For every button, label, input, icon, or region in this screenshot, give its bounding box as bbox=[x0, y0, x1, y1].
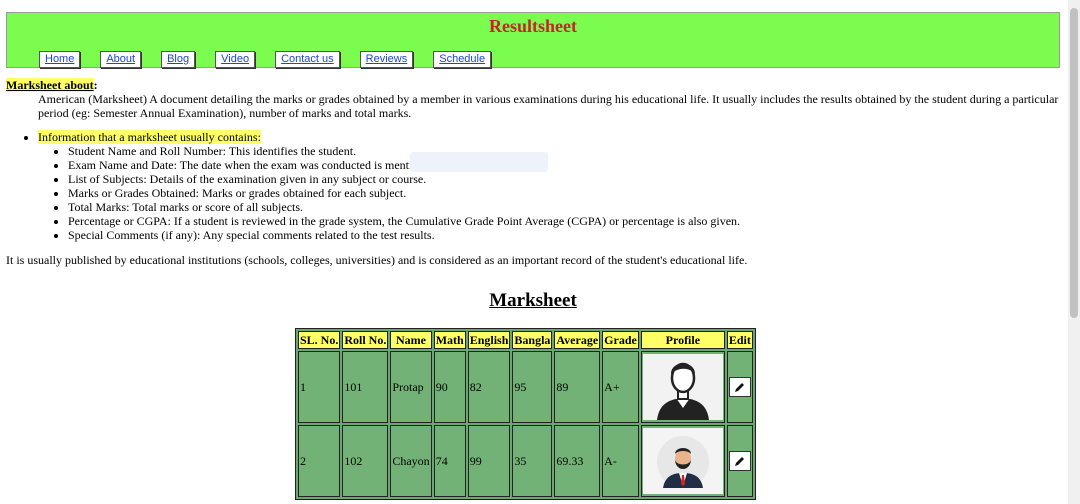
about-heading: Marksheet about: bbox=[6, 78, 98, 92]
cell-bangla: 35 bbox=[512, 425, 553, 497]
about-paragraph: American (Marksheet) A document detailin… bbox=[38, 92, 1059, 120]
cell-grade: A+ bbox=[602, 351, 639, 423]
main-content: Marksheet about: American (Marksheet) A … bbox=[6, 78, 1060, 267]
cell-sl: 1 bbox=[298, 351, 341, 423]
cell-english: 82 bbox=[467, 351, 511, 423]
cell-profile bbox=[640, 425, 725, 497]
nav-bar: Home About Blog Video Contact us Reviews… bbox=[39, 51, 511, 68]
col-bangla: Bangla bbox=[512, 331, 553, 349]
col-average: Average bbox=[554, 331, 601, 349]
site-header: Resultsheet Home About Blog Video Contac… bbox=[6, 12, 1060, 68]
info-title: Information that a marksheet usually con… bbox=[38, 130, 261, 144]
bearded-man-avatar-icon bbox=[642, 428, 723, 494]
nav-contact-link[interactable]: Contact us bbox=[275, 51, 340, 68]
cell-math: 74 bbox=[433, 425, 466, 497]
table-row: 2 102 Chayon 74 99 35 69.33 A- bbox=[298, 425, 753, 497]
nav-schedule-link[interactable]: Schedule bbox=[433, 51, 492, 68]
cell-grade: A- bbox=[602, 425, 639, 497]
cell-average: 89 bbox=[554, 351, 601, 423]
cell-math: 90 bbox=[433, 351, 466, 423]
info-list: Information that a marksheet usually con… bbox=[6, 130, 1060, 242]
edit-button[interactable] bbox=[728, 451, 751, 471]
info-point: Student Name and Roll Number: This ident… bbox=[68, 144, 1060, 158]
info-point: Exam Name and Date: The date when the ex… bbox=[68, 158, 1060, 172]
cell-roll: 101 bbox=[342, 351, 389, 423]
info-point: List of Subjects: Details of the examina… bbox=[68, 172, 1060, 186]
nav-home-link[interactable]: Home bbox=[39, 51, 81, 68]
cell-bangla: 95 bbox=[512, 351, 553, 423]
site-title: Resultsheet bbox=[489, 16, 577, 36]
nav-blog-link[interactable]: Blog bbox=[161, 51, 196, 68]
cell-roll: 102 bbox=[342, 425, 389, 497]
info-point: Total Marks: Total marks or score of all… bbox=[68, 200, 1060, 214]
cell-english: 99 bbox=[467, 425, 511, 497]
pencil-icon bbox=[734, 383, 744, 392]
info-point: Percentage or CGPA: If a student is revi… bbox=[68, 214, 1060, 228]
edit-button[interactable] bbox=[728, 377, 751, 397]
col-profile: Profile bbox=[640, 331, 725, 349]
col-roll: Roll No. bbox=[342, 331, 389, 349]
page: Resultsheet Home About Blog Video Contac… bbox=[6, 12, 1060, 267]
scrollbar-thumb[interactable] bbox=[1070, 8, 1078, 318]
cell-profile bbox=[640, 351, 725, 423]
col-math: Math bbox=[433, 331, 466, 349]
col-grade: Grade bbox=[602, 331, 639, 349]
col-sl: SL. No. bbox=[298, 331, 341, 349]
ghost-tooltip bbox=[410, 152, 548, 172]
nav-reviews-link[interactable]: Reviews bbox=[359, 51, 414, 68]
male-avatar-icon bbox=[642, 354, 723, 420]
cell-name: Chayon bbox=[390, 425, 432, 497]
col-edit: Edit bbox=[726, 331, 753, 349]
table-row: 1 101 Protap 90 82 95 89 A+ bbox=[298, 351, 753, 423]
cell-average: 69.33 bbox=[554, 425, 601, 497]
nav-video-link[interactable]: Video bbox=[215, 51, 256, 68]
cell-edit bbox=[726, 425, 753, 497]
info-point: Special Comments (if any): Any special c… bbox=[68, 228, 1060, 242]
table-header-row: SL. No. Roll No. Name Math English Bangl… bbox=[298, 331, 753, 349]
page-scrollbar[interactable] bbox=[1068, 0, 1080, 504]
marksheet-title: Marksheet bbox=[489, 290, 577, 311]
cell-name: Protap bbox=[390, 351, 432, 423]
nav-about-link[interactable]: About bbox=[100, 51, 142, 68]
pencil-icon bbox=[734, 457, 744, 466]
cell-sl: 2 bbox=[298, 425, 341, 497]
info-points: Student Name and Roll Number: This ident… bbox=[38, 144, 1060, 242]
info-item: Information that a marksheet usually con… bbox=[38, 130, 1060, 242]
cell-edit bbox=[726, 351, 753, 423]
marksheet-table: SL. No. Roll No. Name Math English Bangl… bbox=[295, 328, 756, 500]
col-name: Name bbox=[390, 331, 432, 349]
closing-paragraph: It is usually published by educational i… bbox=[6, 253, 748, 267]
col-english: English bbox=[467, 331, 511, 349]
info-point: Marks or Grades Obtained: Marks or grade… bbox=[68, 186, 1060, 200]
